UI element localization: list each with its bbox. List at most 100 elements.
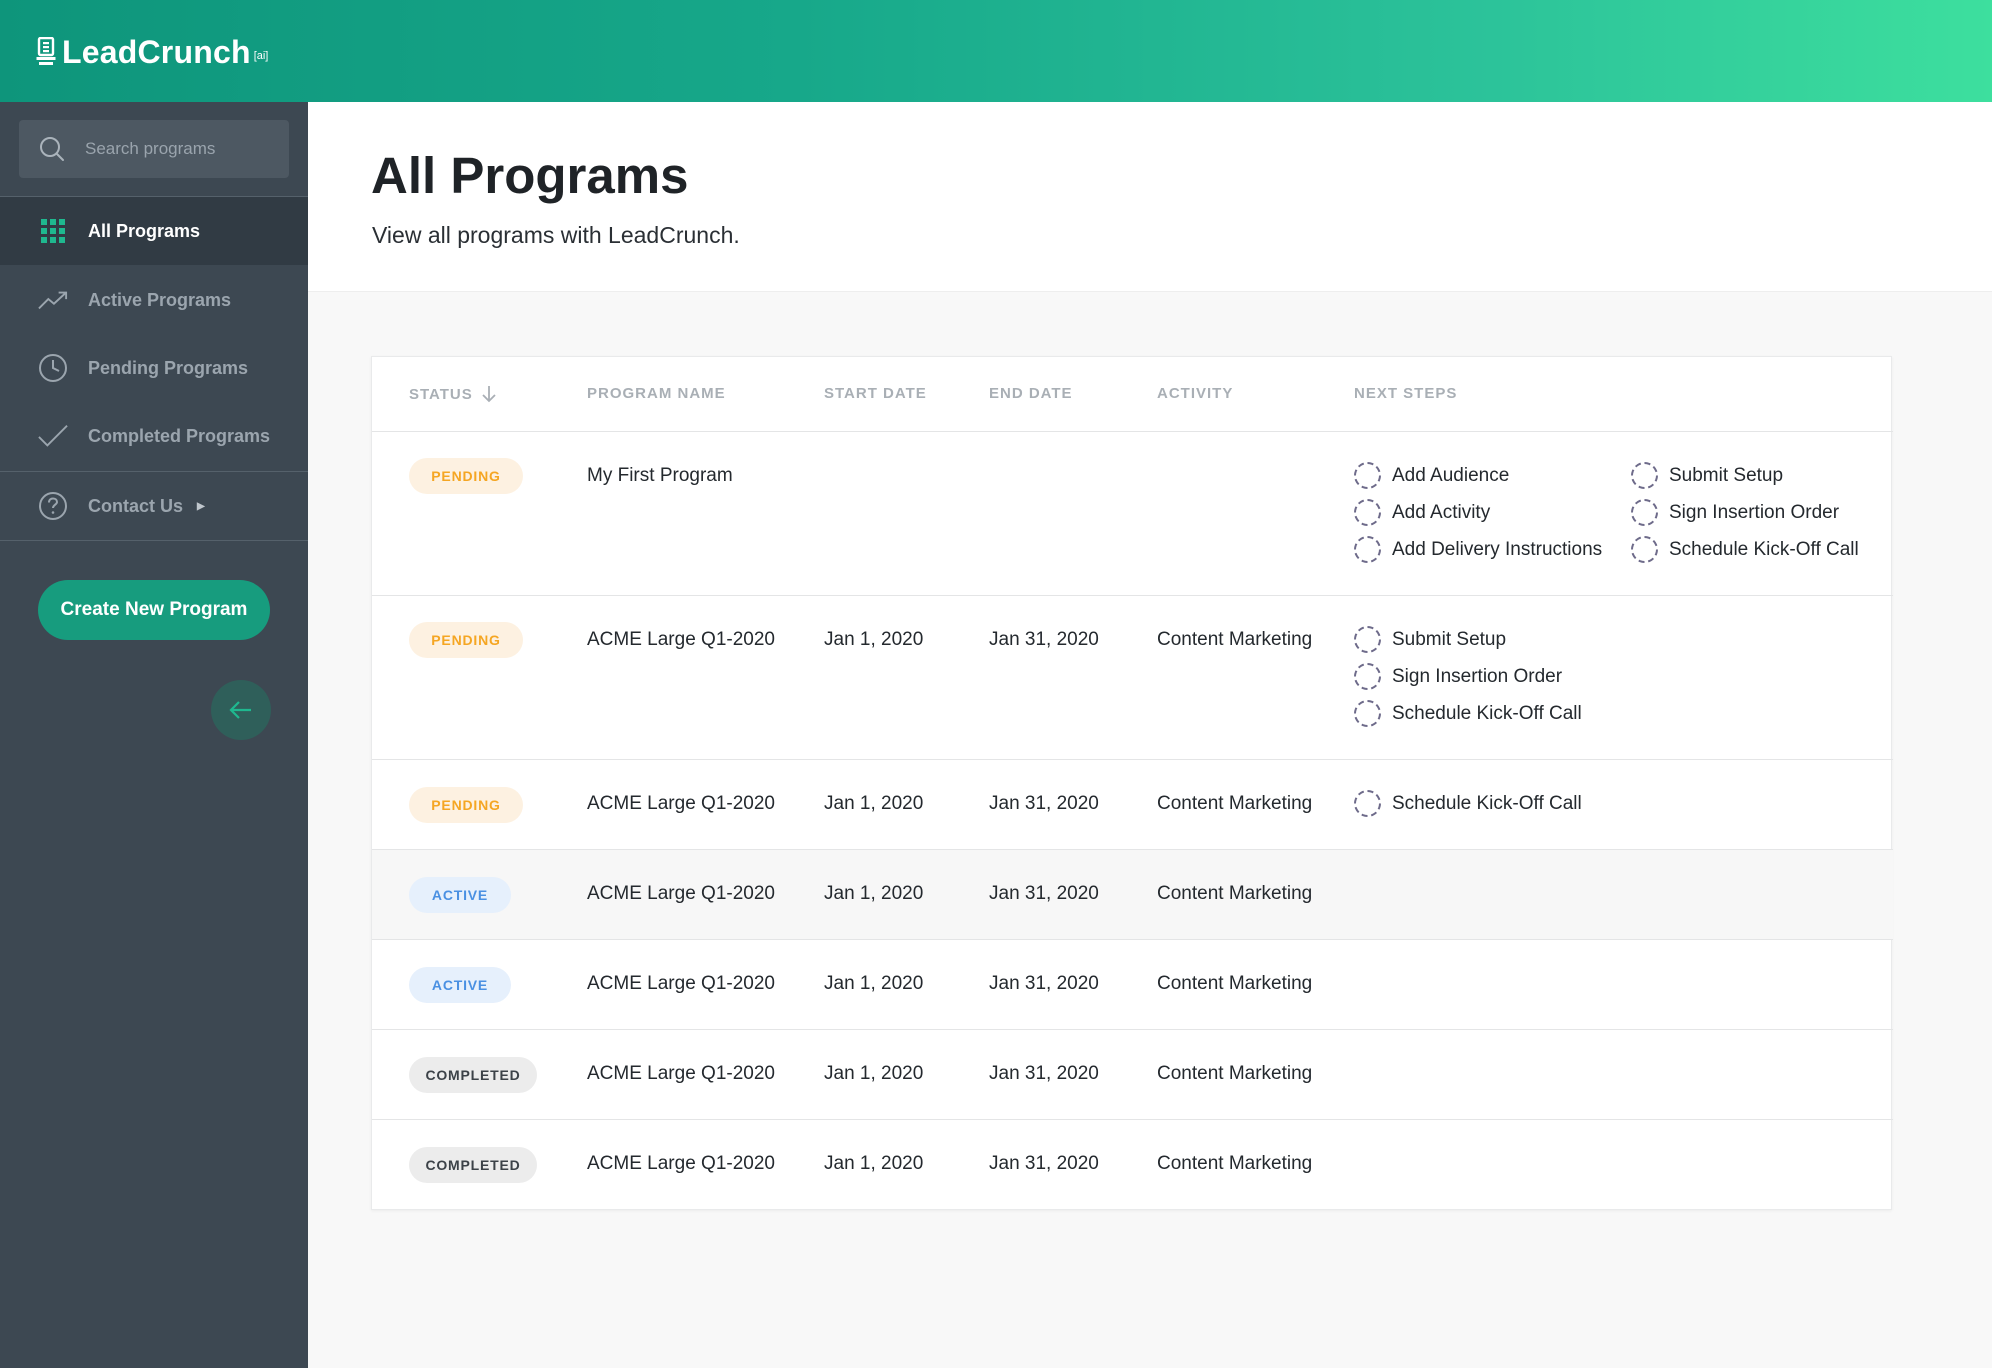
- start-date: Jan 1, 2020: [824, 973, 924, 994]
- column-header-label: STATUS: [409, 385, 473, 403]
- table-row[interactable]: PENDING My First Program Add Audience Ad…: [372, 432, 1893, 596]
- clock-icon: [38, 353, 68, 383]
- sidebar-item-active-programs[interactable]: Active Programs: [0, 266, 308, 334]
- sort-down-icon: [482, 386, 496, 403]
- dashed-circle-icon: [1631, 499, 1658, 526]
- next-step-item[interactable]: Add Audience: [1354, 462, 1509, 489]
- end-date: Jan 31, 2020: [989, 883, 1099, 904]
- program-name[interactable]: ACME Large Q1-2020: [587, 1153, 775, 1175]
- sidebar-divider: [0, 540, 308, 541]
- program-name[interactable]: ACME Large Q1-2020: [587, 973, 775, 995]
- end-date: Jan 31, 2020: [989, 793, 1099, 814]
- sidebar-item-completed-programs[interactable]: Completed Programs: [0, 402, 308, 470]
- table-row[interactable]: ACTIVE ACME Large Q1-2020 Jan 1, 2020 Ja…: [372, 940, 1893, 1030]
- trending-up-icon: [38, 285, 68, 315]
- table-row[interactable]: PENDING ACME Large Q1-2020 Jan 1, 2020 J…: [372, 596, 1893, 760]
- sidebar-item-label: Contact Us: [88, 495, 184, 516]
- next-step-label: Submit Setup: [1669, 464, 1784, 486]
- status-badge: ACTIVE: [409, 877, 511, 913]
- column-header-activity[interactable]: ACTIVITY: [1157, 385, 1233, 402]
- status-badge: ACTIVE: [409, 967, 511, 1003]
- arrow-left-icon: [229, 701, 251, 719]
- sidebar-item-all-programs[interactable]: All Programs: [0, 197, 308, 265]
- page-header: All Programs View all programs with Lead…: [308, 102, 1992, 292]
- column-header-status[interactable]: STATUS: [409, 385, 497, 403]
- logo[interactable]: LeadCrunch [ai]: [36, 32, 268, 72]
- main-content: All Programs View all programs with Lead…: [308, 102, 1992, 1368]
- status-badge: PENDING: [409, 787, 523, 823]
- grid-icon: [38, 216, 68, 246]
- column-header-end-date[interactable]: END DATE: [989, 385, 1073, 402]
- sidebar-item-label: Completed Programs: [88, 425, 271, 446]
- next-step-item[interactable]: Sign Insertion Order: [1631, 499, 1839, 526]
- top-header: LeadCrunch [ai]: [0, 0, 1992, 102]
- collapse-sidebar-button[interactable]: [211, 680, 271, 740]
- sidebar: All Programs Active Programs Pending Pro…: [0, 102, 308, 1368]
- sidebar-item-label: All Programs: [88, 220, 201, 241]
- status-badge: COMPLETED: [409, 1147, 537, 1183]
- next-step-label: Add Activity: [1392, 501, 1491, 523]
- start-date: Jan 1, 2020: [824, 1063, 924, 1084]
- end-date: Jan 31, 2020: [989, 973, 1099, 994]
- activity: Content Marketing: [1157, 883, 1313, 904]
- create-new-program-button[interactable]: Create New Program: [38, 580, 270, 640]
- dashed-circle-icon: [1354, 536, 1381, 563]
- program-name[interactable]: My First Program: [587, 465, 733, 487]
- next-step-label: Submit Setup: [1392, 628, 1507, 650]
- next-step-item[interactable]: Submit Setup: [1354, 626, 1506, 653]
- table-row[interactable]: ACTIVE ACME Large Q1-2020 Jan 1, 2020 Ja…: [372, 850, 1893, 940]
- dashed-circle-icon: [1631, 462, 1658, 489]
- column-header-start-date[interactable]: START DATE: [824, 385, 927, 402]
- sidebar-item-pending-programs[interactable]: Pending Programs: [0, 334, 308, 402]
- activity: Content Marketing: [1157, 1063, 1313, 1084]
- next-step-label: Sign Insertion Order: [1392, 665, 1563, 687]
- dashed-circle-icon: [1354, 663, 1381, 690]
- logo-icon: [36, 37, 56, 65]
- next-step-label: Add Audience: [1392, 464, 1510, 486]
- app-window: LeadCrunch [ai] All Programs: [0, 0, 1992, 1368]
- sidebar-item-label: Pending Programs: [88, 357, 249, 378]
- table-row[interactable]: PENDING ACME Large Q1-2020 Jan 1, 2020 J…: [372, 760, 1893, 850]
- next-step-item[interactable]: Add Delivery Instructions: [1354, 536, 1602, 563]
- table-row[interactable]: COMPLETED ACME Large Q1-2020 Jan 1, 2020…: [372, 1120, 1893, 1210]
- column-header-program-name[interactable]: PROGRAM NAME: [587, 385, 726, 402]
- search-box[interactable]: [19, 120, 289, 178]
- program-name[interactable]: ACME Large Q1-2020: [587, 1063, 775, 1085]
- next-step-item[interactable]: Schedule Kick-Off Call: [1354, 700, 1582, 727]
- dashed-circle-icon: [1354, 700, 1381, 727]
- next-step-label: Schedule Kick-Off Call: [1669, 538, 1859, 560]
- activity: Content Marketing: [1157, 629, 1313, 650]
- next-step-label: Schedule Kick-Off Call: [1392, 792, 1582, 814]
- start-date: Jan 1, 2020: [824, 793, 924, 814]
- page-title: All Programs: [371, 147, 689, 204]
- next-step-item[interactable]: Submit Setup: [1631, 462, 1783, 489]
- dashed-circle-icon: [1354, 626, 1381, 653]
- search-input[interactable]: [85, 139, 255, 159]
- dashed-circle-icon: [1354, 499, 1381, 526]
- dashed-circle-icon: [1631, 536, 1658, 563]
- activity: Content Marketing: [1157, 973, 1313, 994]
- start-date: Jan 1, 2020: [824, 883, 924, 904]
- table-row[interactable]: COMPLETED ACME Large Q1-2020 Jan 1, 2020…: [372, 1030, 1893, 1120]
- activity: Content Marketing: [1157, 793, 1313, 814]
- status-badge: PENDING: [409, 622, 523, 658]
- table-header: STATUS PROGRAM NAME START DATE END DATE …: [372, 357, 1893, 432]
- status-badge: COMPLETED: [409, 1057, 537, 1093]
- check-icon: [38, 421, 68, 451]
- caret-right-icon: ▶: [197, 500, 205, 512]
- next-step-item[interactable]: Add Activity: [1354, 499, 1490, 526]
- start-date: Jan 1, 2020: [824, 629, 924, 650]
- program-name[interactable]: ACME Large Q1-2020: [587, 629, 775, 651]
- program-name[interactable]: ACME Large Q1-2020: [587, 883, 775, 905]
- sidebar-item-contact-us[interactable]: Contact Us ▶: [0, 472, 308, 540]
- help-circle-icon: [38, 491, 68, 521]
- next-step-label: Add Delivery Instructions: [1392, 538, 1603, 560]
- next-step-label: Sign Insertion Order: [1669, 501, 1840, 523]
- next-step-item[interactable]: Sign Insertion Order: [1354, 663, 1562, 690]
- next-step-item[interactable]: Schedule Kick-Off Call: [1354, 790, 1582, 817]
- column-header-next-steps: NEXT STEPS: [1354, 385, 1458, 402]
- end-date: Jan 31, 2020: [989, 629, 1099, 650]
- logo-ai-suffix: [ai]: [253, 50, 269, 62]
- program-name[interactable]: ACME Large Q1-2020: [587, 793, 775, 815]
- next-step-item[interactable]: Schedule Kick-Off Call: [1631, 536, 1859, 563]
